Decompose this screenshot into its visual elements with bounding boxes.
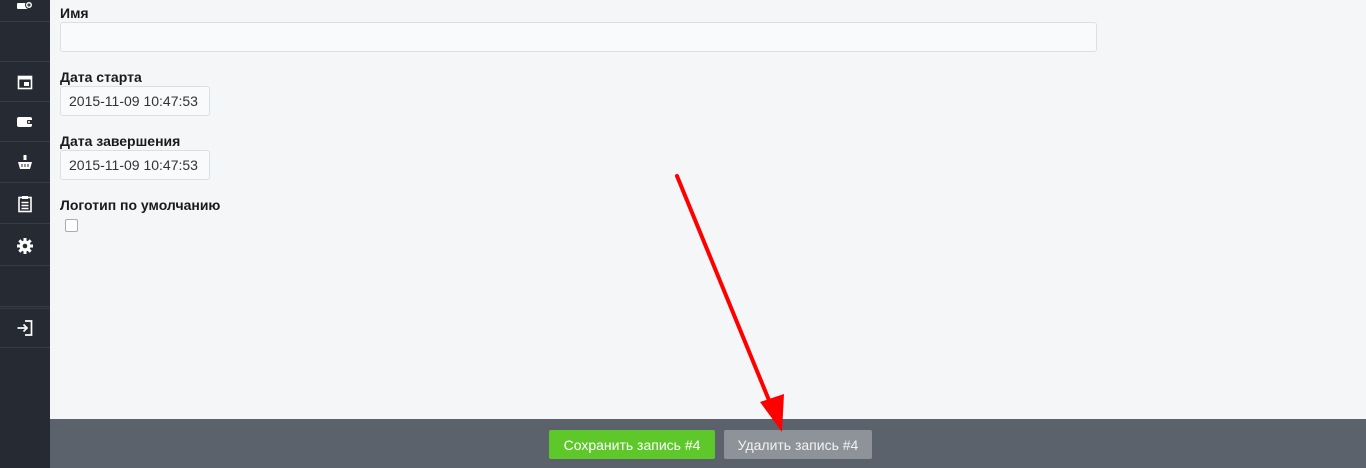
sidebar-item-clipboard[interactable] (0, 184, 50, 224)
default-logo-label: Логотип по умолчанию (60, 197, 221, 213)
name-input[interactable] (60, 22, 1097, 52)
clipboard-icon (18, 195, 32, 212)
logout-icon (17, 320, 33, 336)
start-date-label: Дата старта (60, 69, 142, 85)
sidebar-item-settings[interactable] (0, 226, 50, 266)
sidebar-spacer (0, 22, 50, 62)
calendar-icon (17, 75, 33, 89)
sidebar-spacer-2 (0, 267, 50, 307)
start-date-input[interactable] (60, 86, 210, 116)
save-record-button[interactable]: Сохранить запись #4 (549, 430, 715, 459)
gear-icon (17, 237, 33, 254)
sidebar-item-wallet[interactable] (0, 102, 50, 142)
end-date-label: Дата завершения (60, 133, 181, 149)
user-add-icon (17, 0, 33, 9)
delete-record-button[interactable]: Удалить запись #4 (724, 430, 872, 459)
basket-icon (18, 154, 32, 169)
sidebar-item-logout[interactable] (0, 308, 50, 348)
end-date-input[interactable] (60, 150, 210, 180)
name-label: Имя (60, 5, 89, 21)
sidebar (0, 0, 50, 468)
sidebar-item-basket[interactable] (0, 143, 50, 183)
sidebar-item-calendar[interactable] (0, 62, 50, 102)
action-bar: Сохранить запись #4 Удалить запись #4 (50, 419, 1366, 468)
wallet-icon (17, 116, 33, 127)
sidebar-item-add-user[interactable] (0, 0, 50, 22)
record-form: Имя Дата старта Дата завершения Логотип … (50, 0, 1366, 419)
default-logo-checkbox[interactable] (65, 219, 78, 232)
